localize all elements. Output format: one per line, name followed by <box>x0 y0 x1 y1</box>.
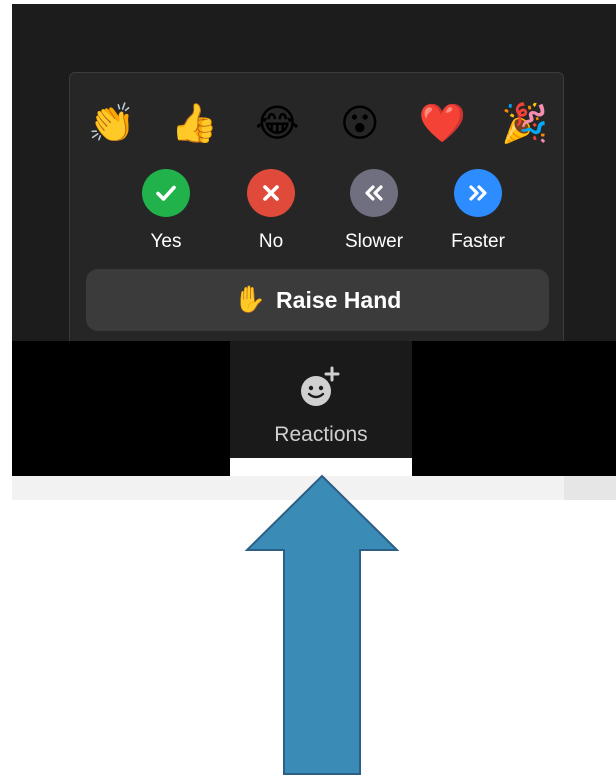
faster-button[interactable]: Faster <box>438 169 518 259</box>
page-strip-edge <box>564 476 616 500</box>
nonverbal-feedback-row: Yes No Slower Faster <box>126 169 505 259</box>
tears-of-joy-icon[interactable]: 😂 <box>251 97 303 149</box>
redacted-toolbar-area-left <box>12 341 230 476</box>
no-label: No <box>258 231 284 252</box>
red-heart-icon[interactable]: ❤️ <box>416 97 468 149</box>
slower-button[interactable]: Slower <box>334 169 414 259</box>
double-chevron-left-icon <box>350 169 398 217</box>
reactions-label: Reactions <box>274 423 368 446</box>
double-chevron-right-icon <box>454 169 502 217</box>
raise-hand-label: Raise Hand <box>276 286 402 313</box>
reactions-button[interactable]: Reactions <box>230 341 412 458</box>
yes-label: Yes <box>150 231 182 252</box>
faster-label: Faster <box>451 231 505 252</box>
open-mouth-icon[interactable]: 😮 <box>334 97 386 149</box>
slower-label: Slower <box>344 231 404 252</box>
no-button[interactable]: No <box>231 169 311 259</box>
yes-button[interactable]: Yes <box>126 169 206 259</box>
pointing-up-arrow <box>244 474 400 775</box>
x-icon <box>247 169 295 217</box>
check-icon <box>142 169 190 217</box>
add-reaction-smiley-icon <box>301 366 340 406</box>
redacted-toolbar-area-right <box>412 341 616 476</box>
reactions-popup: 👏 👍 😂 😮 ❤️ 🎉 Yes No Slower Faster ✋ Rais… <box>69 72 564 346</box>
thumbs-up-icon[interactable]: 👍 <box>169 97 221 149</box>
clapping-hands-icon[interactable]: 👏 <box>86 97 138 149</box>
raise-hand-button[interactable]: ✋ Raise Hand <box>86 269 549 331</box>
raised-hand-icon: ✋ <box>233 285 267 315</box>
emoji-reactions-row: 👏 👍 😂 😮 ❤️ 🎉 <box>86 97 551 149</box>
party-popper-icon[interactable]: 🎉 <box>499 97 551 149</box>
